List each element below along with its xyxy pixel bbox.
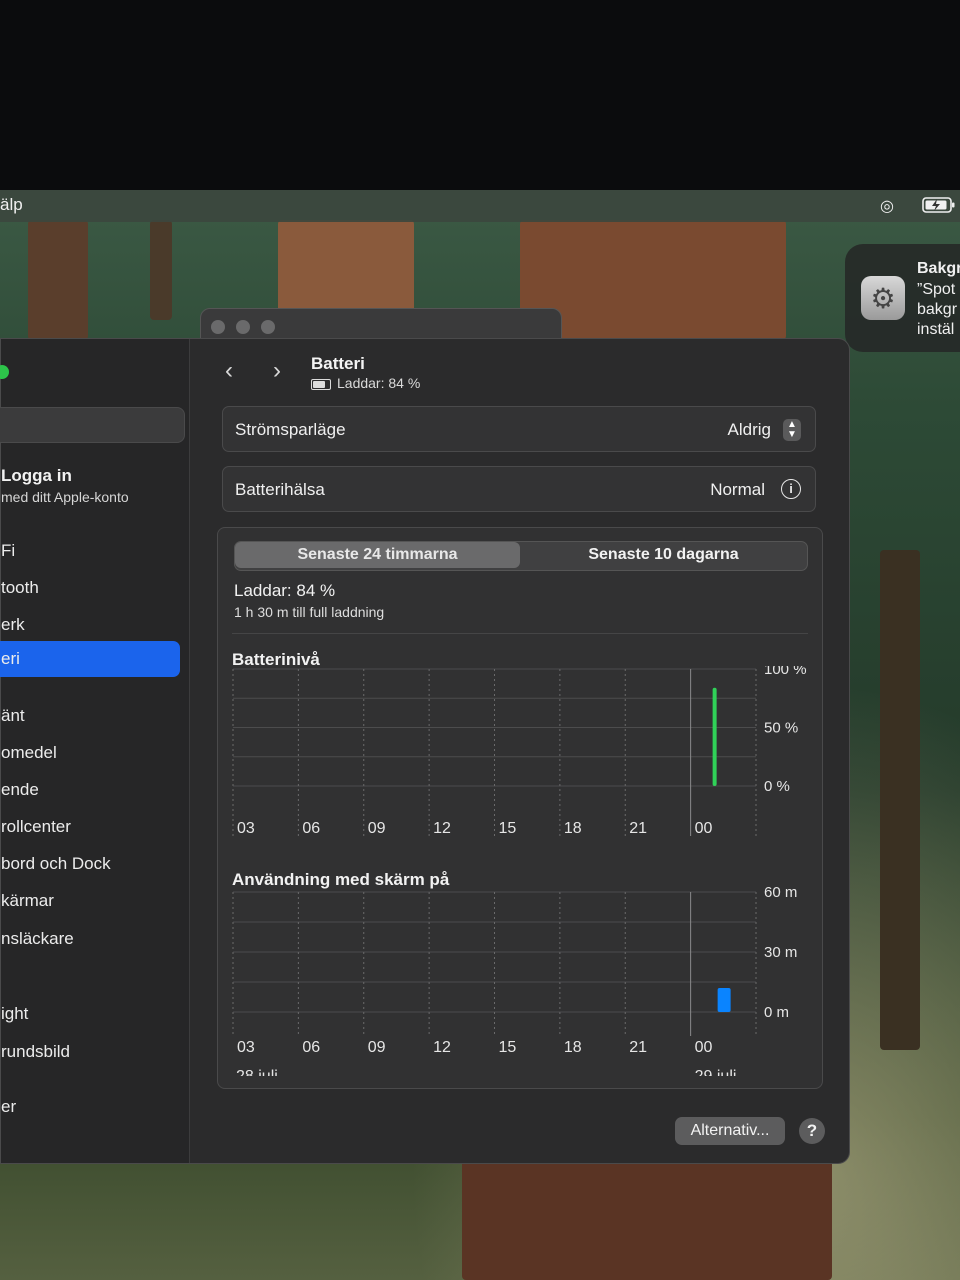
notification-text-2: bakgr bbox=[917, 301, 958, 318]
sign-in-title[interactable]: Logga in bbox=[1, 466, 72, 486]
y-tick-label: 50 % bbox=[764, 720, 798, 737]
date-label: 29 juli bbox=[695, 1068, 737, 1076]
notification-banner[interactable]: ⚙ Bakgr ”Spot bakgr instäl bbox=[845, 244, 960, 352]
battery-health-label: Batterihälsa bbox=[235, 480, 325, 499]
time-range-segmented-control: Senaste 24 timmarna Senaste 10 dagarna bbox=[234, 541, 808, 571]
menu-bar: älp ◎ bbox=[0, 190, 960, 222]
battery-icon bbox=[311, 378, 331, 390]
x-tick-label: 18 bbox=[564, 820, 582, 837]
low-power-mode-row: Strömsparläge Aldrig ▲ ▼ bbox=[222, 406, 816, 452]
x-tick-label: 06 bbox=[302, 1039, 320, 1056]
x-tick-label: 12 bbox=[433, 820, 451, 837]
battery-charging-icon[interactable] bbox=[922, 196, 956, 219]
x-tick-label: 03 bbox=[237, 1039, 255, 1056]
x-tick-label: 09 bbox=[368, 820, 386, 837]
divider bbox=[232, 633, 808, 634]
screen-usage-chart: 60 m 30 m 0 m 03 06 09 12 15 18 21 00 28 juli 29 jul… bbox=[232, 886, 797, 1076]
zoom-button[interactable] bbox=[0, 365, 9, 379]
y-tick-label: 0 % bbox=[764, 778, 790, 795]
x-tick-label: 09 bbox=[368, 1039, 386, 1056]
x-tick-label: 21 bbox=[629, 1039, 647, 1056]
sidebar-item-bluetooth[interactable]: tooth bbox=[1, 578, 39, 598]
charge-level-text: Laddar: 84 % bbox=[234, 581, 336, 600]
close-button[interactable] bbox=[211, 320, 225, 334]
page-title: Batteri bbox=[311, 354, 365, 373]
sidebar-item-screensaver[interactable]: nsläckare bbox=[1, 929, 74, 949]
sidebar: Logga in med ditt Apple-konto Fi tooth e… bbox=[0, 339, 190, 1163]
notification-text-3: instäl bbox=[917, 321, 955, 338]
x-tick-label: 03 bbox=[237, 820, 255, 837]
battery-pane: ‹ › Batteri Laddar: 84 % Strömsparläge A… bbox=[189, 339, 849, 1163]
y-tick-label: 60 m bbox=[764, 886, 797, 901]
battery-history-panel: Senaste 24 timmarna Senaste 10 dagarna L… bbox=[217, 527, 823, 1089]
sidebar-item-control-center[interactable]: rollcenter bbox=[1, 817, 71, 837]
sidebar-item-appearance[interactable]: ende bbox=[1, 780, 39, 800]
chevron-up-down-icon[interactable]: ▲ ▼ bbox=[783, 419, 801, 441]
sidebar-item-desktop-dock[interactable]: bord och Dock bbox=[1, 854, 111, 874]
battery-health-row: Batterihälsa Normal i bbox=[222, 466, 816, 512]
low-power-mode-label: Strömsparläge bbox=[235, 420, 346, 439]
sidebar-item-wallpaper[interactable]: rundsbild bbox=[1, 1042, 70, 1062]
charging-status-text: Laddar: 84 % bbox=[337, 375, 421, 391]
y-tick-label: 30 m bbox=[764, 944, 797, 961]
sidebar-item-other[interactable]: er bbox=[1, 1097, 16, 1117]
y-tick-label: 100 % bbox=[764, 666, 807, 678]
airdrop-icon[interactable]: ◎ bbox=[880, 196, 894, 216]
battery-health-value: Normal bbox=[710, 480, 765, 499]
sidebar-item-wifi[interactable]: Fi bbox=[1, 541, 15, 561]
data-bar bbox=[712, 687, 717, 786]
sidebar-item-general[interactable]: änt bbox=[1, 706, 25, 726]
time-to-full-text: 1 h 30 m till full laddning bbox=[234, 604, 385, 620]
x-tick-label: 21 bbox=[629, 820, 647, 837]
dark-bezel bbox=[0, 0, 960, 190]
y-tick-label: 0 m bbox=[764, 1004, 789, 1021]
data-bar bbox=[717, 988, 731, 1012]
x-tick-label: 15 bbox=[499, 820, 517, 837]
x-tick-label: 06 bbox=[302, 820, 320, 837]
x-tick-label: 15 bbox=[499, 1039, 517, 1056]
battery-level-chart: 100 % 50 % 0 % 03 06 09 12 15 18 21 00 bbox=[232, 666, 807, 837]
tab-last-10-days[interactable]: Senaste 10 dagarna bbox=[520, 542, 807, 568]
system-settings-window: Logga in med ditt Apple-konto Fi tooth e… bbox=[0, 338, 850, 1164]
tab-last-24-hours[interactable]: Senaste 24 timmarna bbox=[235, 542, 520, 568]
help-button[interactable]: ? bbox=[799, 1118, 825, 1144]
charging-status: Laddar: 84 % bbox=[311, 375, 420, 391]
back-button[interactable]: ‹ bbox=[225, 357, 233, 385]
options-button[interactable]: Alternativ... bbox=[675, 1117, 785, 1145]
search-input[interactable] bbox=[0, 407, 185, 443]
info-icon[interactable]: i bbox=[781, 479, 801, 499]
zoom-button[interactable] bbox=[261, 320, 275, 334]
x-tick-label: 12 bbox=[433, 1039, 451, 1056]
minimize-button[interactable] bbox=[236, 320, 250, 334]
x-tick-label: 00 bbox=[695, 1039, 713, 1056]
sidebar-item-displays[interactable]: kärmar bbox=[1, 891, 54, 911]
low-power-mode-value[interactable]: Aldrig bbox=[728, 420, 771, 440]
sidebar-item-network[interactable]: erk bbox=[1, 615, 25, 635]
sidebar-item-spotlight[interactable]: ight bbox=[1, 1004, 28, 1024]
sidebar-item-battery[interactable]: eri bbox=[0, 641, 180, 677]
sign-in-subtitle: med ditt Apple-konto bbox=[1, 489, 129, 505]
gear-icon: ⚙ bbox=[861, 276, 905, 320]
forward-button[interactable]: › bbox=[273, 357, 281, 385]
x-tick-label: 00 bbox=[695, 820, 713, 837]
help-menu[interactable]: älp bbox=[0, 195, 23, 215]
notification-title: Bakgr bbox=[917, 260, 960, 277]
x-tick-label: 18 bbox=[564, 1039, 582, 1056]
sidebar-item-accessibility[interactable]: omedel bbox=[1, 743, 57, 763]
date-label: 28 juli bbox=[236, 1068, 278, 1076]
notification-text-1: ”Spot bbox=[917, 281, 956, 298]
